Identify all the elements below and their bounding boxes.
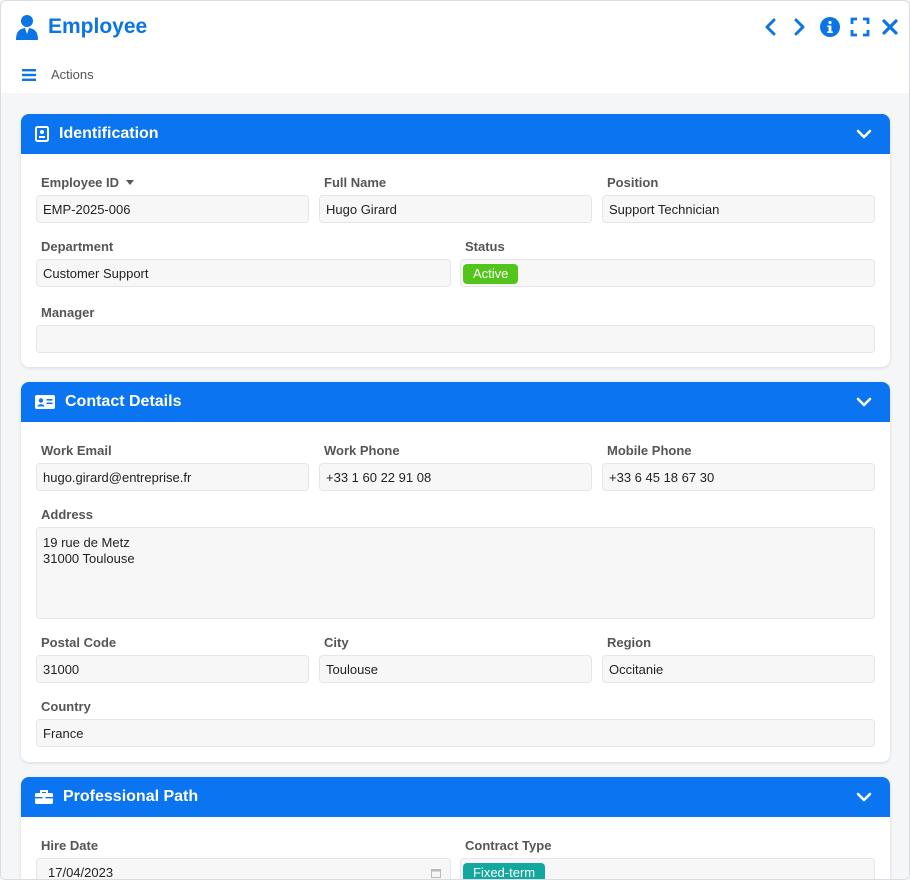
contract-type-badge: Fixed-term	[463, 863, 546, 879]
city-input[interactable]: Toulouse	[319, 655, 592, 683]
chevron-left-icon	[765, 18, 776, 36]
title-bar: Employee	[1, 1, 909, 53]
caret-down-icon[interactable]	[126, 180, 135, 185]
hire-date-input[interactable]: 17/04/2023	[36, 858, 451, 880]
address-card-icon	[35, 395, 55, 409]
country-input[interactable]: France	[36, 719, 875, 747]
chevron-down-icon[interactable]	[856, 127, 872, 141]
professional-title: Professional Path	[63, 788, 199, 805]
calendar-icon[interactable]	[431, 868, 441, 878]
status-input[interactable]: Active	[460, 259, 875, 287]
hire-date-label: Hire Date	[41, 838, 99, 853]
employee-window: Employee Actions Identification Employee…	[0, 0, 910, 880]
manager-input[interactable]	[36, 325, 875, 353]
status-badge: Active	[463, 264, 519, 284]
address-label: Address	[41, 507, 94, 522]
work-phone-label: Work Phone	[324, 443, 400, 458]
country-label: Country	[41, 699, 91, 714]
close-button[interactable]	[879, 15, 901, 39]
user-icon	[16, 15, 38, 40]
contact-header[interactable]: Contact Details	[21, 382, 890, 422]
full-name-input[interactable]: Hugo Girard	[319, 195, 592, 223]
position-label: Position	[607, 175, 659, 190]
next-record-button[interactable]	[789, 15, 811, 39]
position-input[interactable]: Support Technician	[602, 195, 875, 223]
identification-section: Identification Employee ID EMP-2025-006 …	[21, 114, 890, 367]
info-button[interactable]	[819, 15, 841, 39]
work-email-label: Work Email	[41, 443, 112, 458]
window-actions	[759, 15, 901, 39]
actions-toolbar: Actions	[1, 59, 909, 93]
info-icon	[820, 17, 840, 37]
contract-type-label: Contract Type	[465, 838, 552, 853]
hire-date-value: 17/04/2023	[48, 865, 114, 880]
chevron-right-icon	[794, 18, 805, 36]
postal-code-label: Postal Code	[41, 635, 117, 650]
manager-label: Manager	[41, 305, 95, 320]
status-label: Status	[465, 239, 505, 254]
professional-header[interactable]: Professional Path	[21, 777, 890, 817]
id-badge-icon	[35, 126, 49, 142]
region-input[interactable]: Occitanie	[602, 655, 875, 683]
contact-title: Contact Details	[65, 393, 182, 410]
contract-type-input[interactable]: Fixed-term	[460, 858, 875, 879]
full-name-label: Full Name	[324, 175, 387, 190]
city-label: City	[324, 635, 349, 650]
department-label: Department	[41, 239, 114, 254]
form-content: Identification Employee ID EMP-2025-006 …	[1, 93, 909, 880]
contact-section: Contact Details Work Email hugo.girard@e…	[21, 382, 890, 762]
chevron-down-icon[interactable]	[856, 395, 872, 409]
professional-section: Professional Path Hire Date 17/04/2023 C…	[21, 777, 890, 880]
actions-menu[interactable]: Actions	[51, 67, 94, 82]
employee-id-input[interactable]: EMP-2025-006	[36, 195, 309, 223]
employee-id-label: Employee ID	[41, 175, 135, 190]
mobile-phone-label: Mobile Phone	[607, 443, 692, 458]
identification-title: Identification	[59, 125, 159, 142]
mobile-phone-input[interactable]: +33 6 45 18 67 30	[602, 463, 875, 491]
briefcase-icon	[35, 790, 53, 804]
region-label: Region	[607, 635, 652, 650]
postal-code-input[interactable]: 31000	[36, 655, 309, 683]
work-phone-input[interactable]: +33 1 60 22 91 08	[319, 463, 592, 491]
employee-id-label-text: Employee ID	[41, 175, 120, 190]
chevron-down-icon[interactable]	[856, 790, 872, 804]
address-textarea[interactable]: 19 rue de Metz 31000 Toulouse	[36, 527, 875, 619]
menu-icon[interactable]	[22, 69, 36, 81]
department-input[interactable]: Customer Support	[36, 259, 451, 287]
maximize-button[interactable]	[849, 15, 871, 39]
close-icon	[882, 19, 898, 35]
expand-icon	[850, 17, 870, 37]
work-email-input[interactable]: hugo.girard@entreprise.fr	[36, 463, 309, 491]
identification-header[interactable]: Identification	[21, 114, 890, 154]
window-title: Employee	[48, 15, 148, 38]
previous-record-button[interactable]	[759, 15, 781, 39]
